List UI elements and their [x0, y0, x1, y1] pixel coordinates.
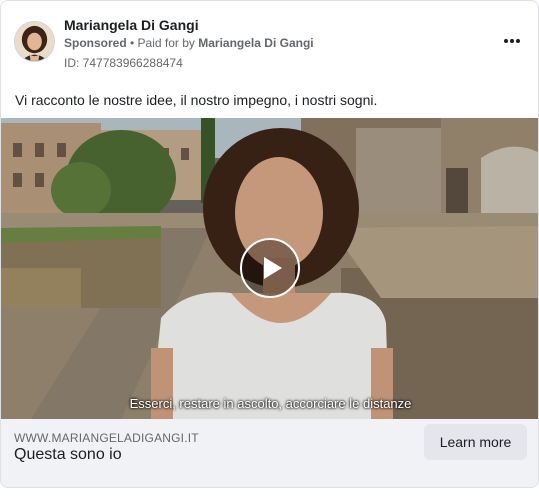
link-preview[interactable]: WWW.MARIANGELADIGANGI.IT Questa sono io …	[1, 419, 538, 487]
video-player[interactable]: Esserci, restare in ascolto, accorciare …	[1, 118, 538, 419]
avatar[interactable]	[14, 21, 55, 62]
sponsored-label: Sponsored	[64, 36, 127, 50]
post-header: Mariangela Di Gangi Sponsored • Paid for…	[14, 15, 524, 73]
play-button[interactable]	[240, 238, 300, 298]
learn-more-button[interactable]: Learn more	[424, 424, 527, 460]
advertiser-name[interactable]: Mariangela Di Gangi	[64, 17, 199, 33]
ad-card: Mariangela Di Gangi Sponsored • Paid for…	[0, 0, 539, 488]
ad-id: ID: 747783966288474	[64, 56, 183, 70]
play-icon	[263, 257, 282, 279]
paid-for-prefix: Paid for by	[137, 36, 199, 50]
paid-for-name: Mariangela Di Gangi	[198, 36, 314, 50]
video-subtitle: Esserci, restare in ascolto, accorciare …	[129, 396, 412, 411]
avatar-photo	[15, 22, 54, 61]
post-body-text: Vi racconto le nostre idee, il nostro im…	[15, 92, 378, 108]
sponsored-line: Sponsored • Paid for by Mariangela Di Ga…	[64, 36, 314, 50]
link-headline: Questa sono io	[14, 446, 122, 463]
more-options-button[interactable]	[500, 29, 524, 53]
more-horizontal-icon	[504, 39, 520, 43]
link-domain: WWW.MARIANGELADIGANGI.IT	[14, 431, 199, 445]
meta-separator: •	[126, 36, 138, 50]
